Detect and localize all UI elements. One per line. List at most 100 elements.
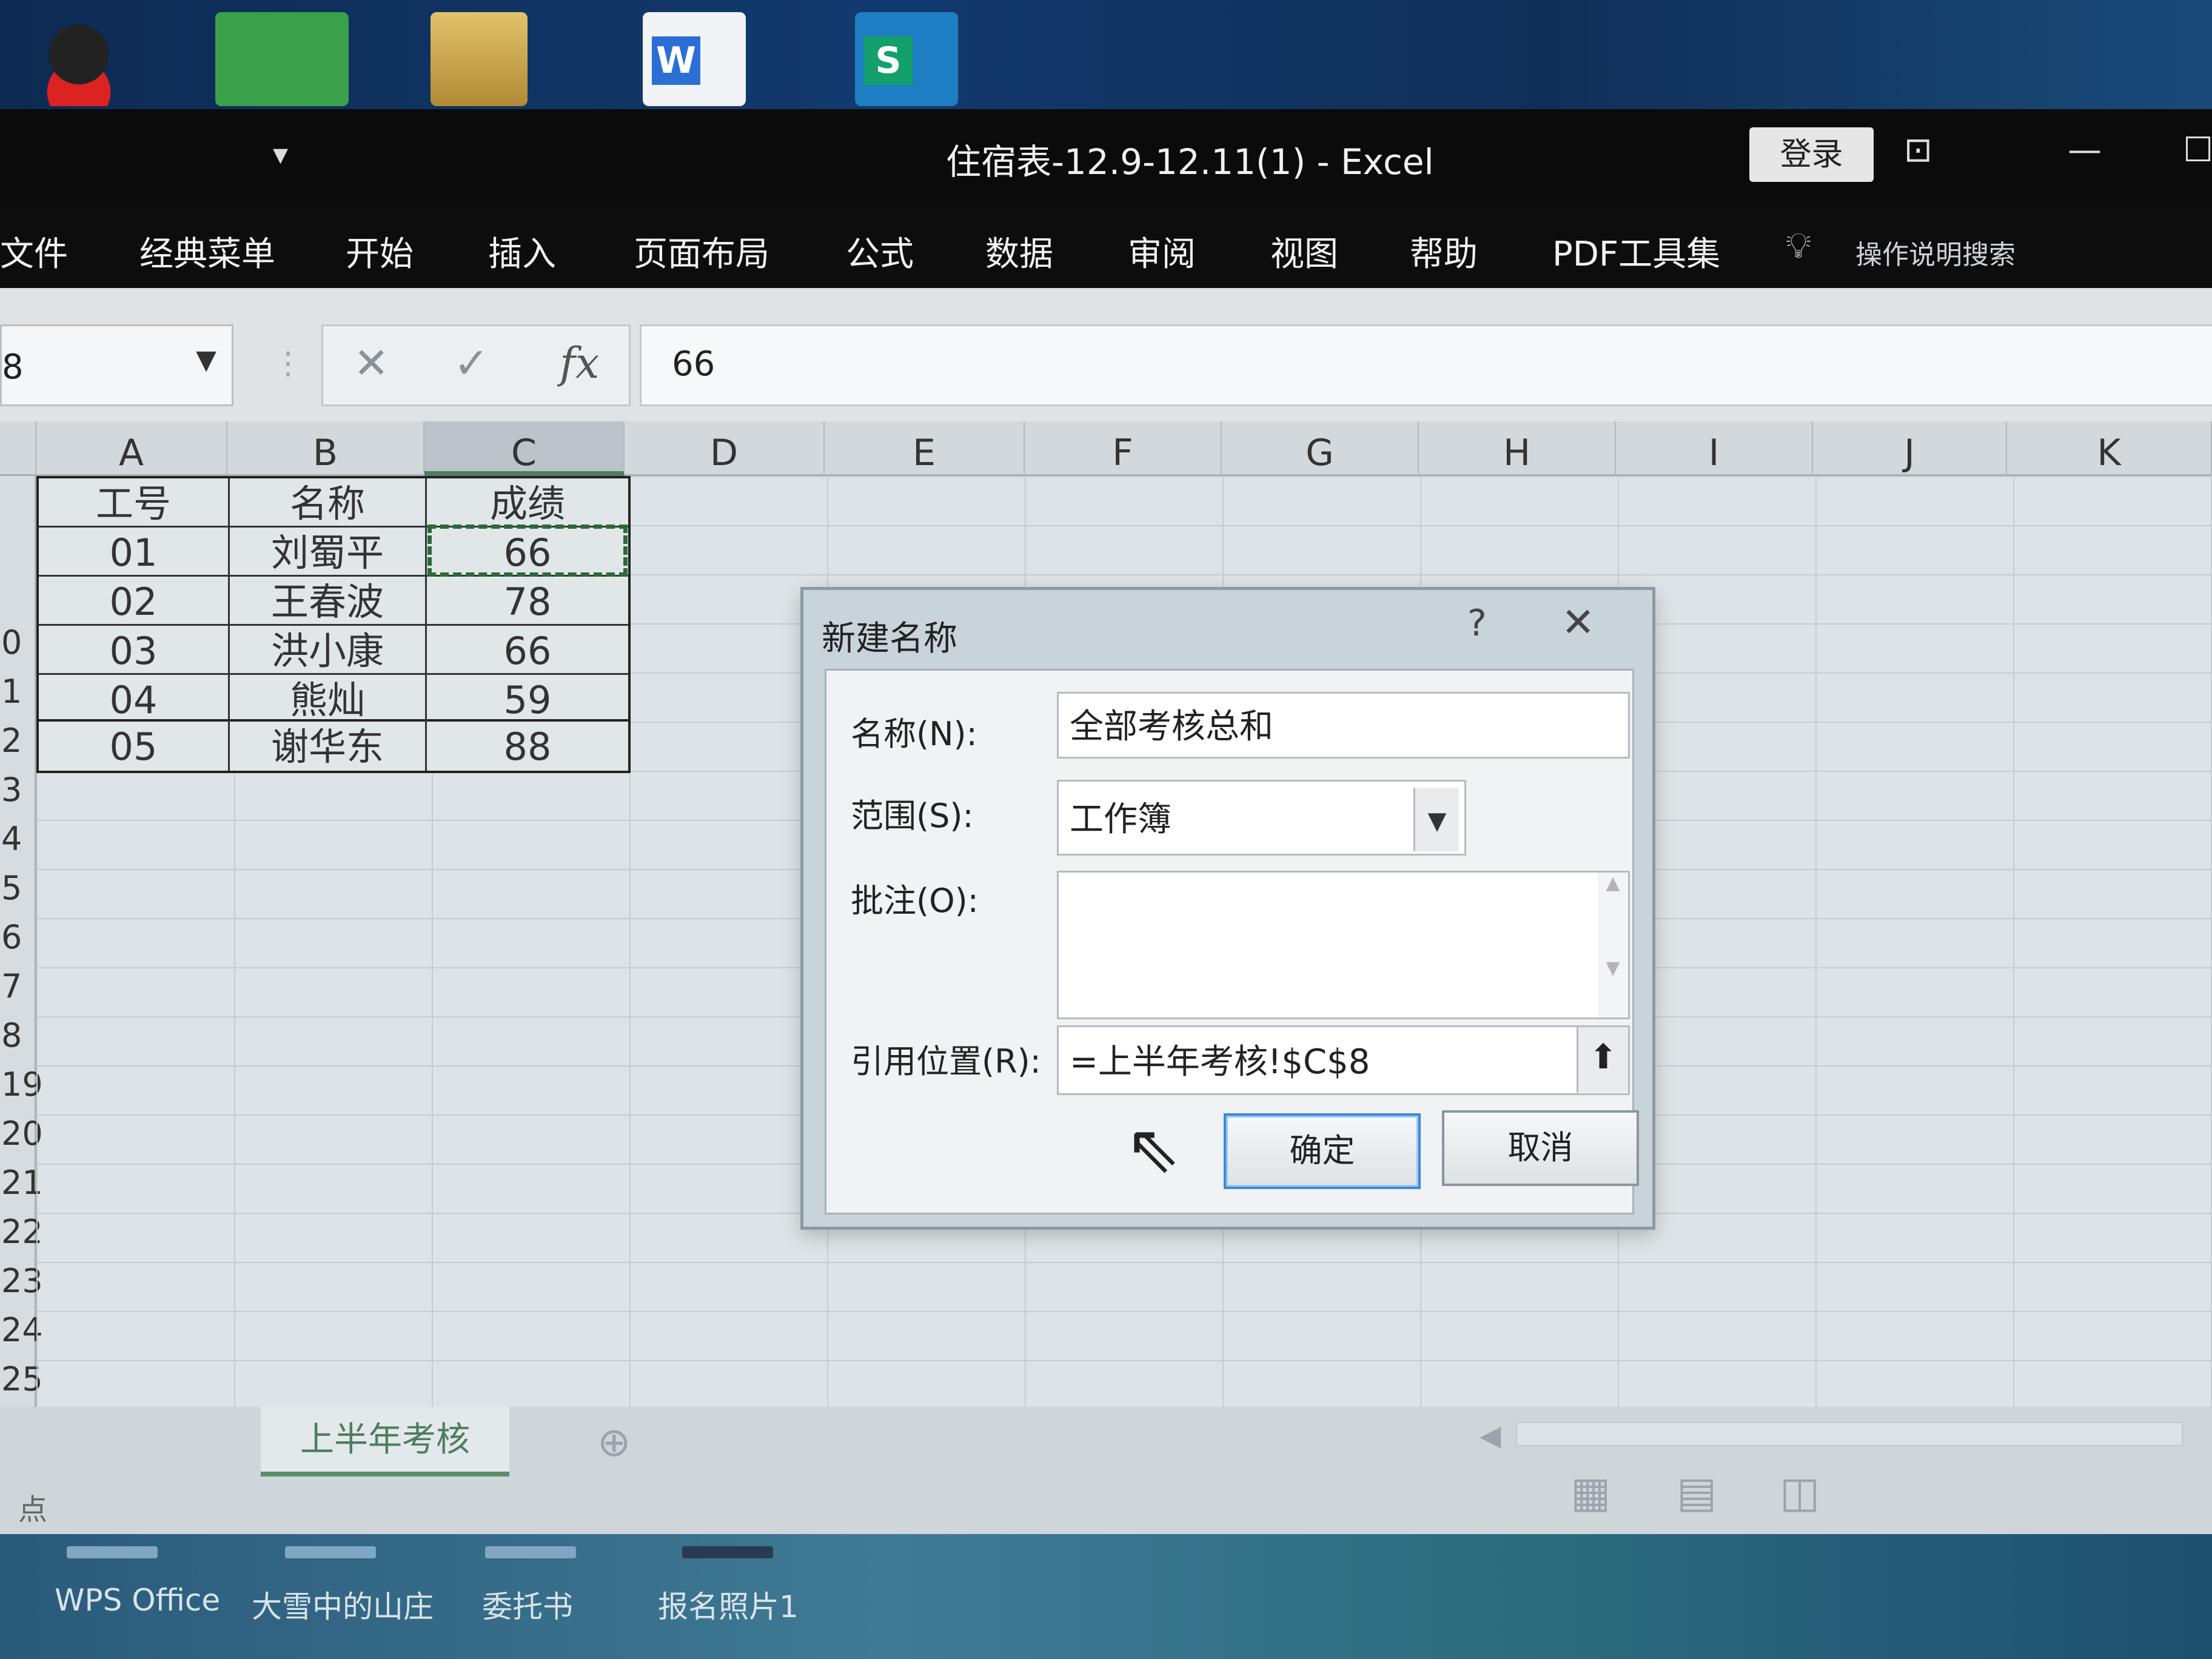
insert-function-icon[interactable]: fx [560,338,599,388]
column-header[interactable]: I [1616,421,1813,476]
table-cell[interactable]: 王春波 [230,577,427,626]
name-input[interactable]: 全部考核总和 [1057,692,1630,759]
table-cell[interactable]: 刘蜀平 [230,528,427,577]
lightbulb-icon[interactable]: 💡︎ [1786,224,1811,267]
help-icon[interactable]: ? [1467,602,1487,645]
taskbar-item[interactable]: WPS Office [55,1583,220,1618]
column-header[interactable]: A [36,421,227,476]
name-box-value: 8 [2,347,24,387]
tab-file[interactable]: 文件 [0,227,68,276]
row-header[interactable]: 19 [0,1065,43,1104]
confirm-icon[interactable]: ✓ [454,338,489,388]
table-cell[interactable]: 88 [427,722,628,771]
maximize-icon[interactable]: ☐ [2183,130,2212,170]
taskbar-item[interactable]: 报名照片1 [658,1583,799,1626]
scrollbar[interactable]: ▲ ▼ [1598,873,1628,1017]
row-header[interactable]: 7 [0,967,36,1005]
table-cell[interactable]: 04 [39,675,230,724]
tab-data[interactable]: 数据 [985,227,1053,276]
normal-view-icon[interactable]: ▦ [1570,1467,1610,1517]
name-label: 名称(N): [851,715,977,753]
table-header[interactable]: 工号 [39,478,230,528]
column-header[interactable]: G [1222,421,1419,476]
row-header[interactable]: 0 [0,623,36,662]
row-header[interactable]: 24 [0,1311,43,1349]
tab-home[interactable]: 开始 [346,227,414,276]
page-break-view-icon[interactable]: ◫ [1780,1467,1820,1517]
row-header[interactable]: 2 [0,722,36,760]
column-header[interactable]: D [625,421,825,476]
taskbar-item[interactable]: 大雪中的山庄 [252,1583,434,1626]
table-cell[interactable]: 59 [427,675,628,724]
scope-select[interactable]: 工作簿 ▼ [1057,780,1466,856]
video-editor-icon[interactable] [215,12,349,106]
table-cell[interactable]: 66 [427,626,628,675]
column-header[interactable]: K [2007,421,2212,476]
column-header[interactable]: E [825,421,1025,476]
close-icon[interactable]: ✕ [1561,599,1595,646]
column-header[interactable]: C [424,421,625,476]
column-header[interactable]: F [1025,421,1222,476]
cancel-button[interactable]: 取消 [1442,1110,1639,1186]
select-all[interactable] [0,421,36,476]
row-header[interactable]: 23 [0,1262,43,1300]
chevron-down-icon[interactable]: ▼ [1413,788,1459,851]
minimize-icon[interactable]: — [2068,130,2102,170]
cancel-icon[interactable]: ✕ [354,338,389,388]
taskbar-item[interactable]: 委托书 [482,1583,573,1626]
table-cell[interactable]: 78 [427,577,628,626]
column-header[interactable]: H [1419,421,1616,476]
row-header[interactable]: 5 [0,869,36,907]
refers-to-input[interactable]: =上半年考核!$C$8 ⬆ [1057,1025,1630,1095]
sheet-tab[interactable]: 上半年考核 [261,1407,509,1476]
tab-help[interactable]: 帮助 [1410,227,1478,276]
row-header[interactable]: 4 [0,820,36,858]
tab-formulas[interactable]: 公式 [846,227,914,276]
row-header[interactable]: 8 [0,1016,36,1054]
horizontal-scrollbar[interactable] [1516,1422,2183,1446]
taskbar-icon [67,1546,158,1558]
table-header[interactable]: 名称 [230,478,427,528]
tab-page-layout[interactable]: 页面布局 [634,227,769,276]
ribbon-display-icon[interactable]: ⊡ [1904,130,1932,170]
table-cell[interactable]: 01 [39,528,230,577]
comment-textarea[interactable]: ▲ ▼ [1057,871,1630,1019]
row-header[interactable]: 1 [0,672,36,711]
add-sheet-icon[interactable]: ⊕ [597,1419,631,1466]
wps-sheet-icon[interactable]: S [855,12,958,106]
tab-review[interactable]: 审阅 [1128,227,1196,276]
row-header[interactable]: 22 [0,1213,43,1251]
name-box[interactable]: 8 ▼ [0,324,233,406]
qq-icon[interactable] [12,12,146,106]
table-cell[interactable]: 05 [39,722,230,771]
tab-pdf-tools[interactable]: PDF工具集 [1552,227,1720,276]
column-header[interactable]: B [227,421,424,476]
tab-insert[interactable]: 插入 [488,227,556,276]
row-header[interactable]: 6 [0,918,36,956]
row-header[interactable]: 21 [0,1164,43,1202]
row-header[interactable]: 3 [0,771,36,809]
help-search-input[interactable]: 操作说明搜索 [1855,233,2016,272]
ok-button[interactable]: 确定 [1224,1113,1421,1189]
quick-access-dropdown-icon[interactable]: ▾ [273,136,288,172]
chevron-down-icon[interactable]: ▼ [196,344,216,375]
scroll-left-icon[interactable]: ◀ [1480,1419,1501,1452]
table-cell[interactable]: 谢华东 [230,722,427,771]
table-cell[interactable]: 熊灿 [230,675,427,724]
table-cell[interactable]: 02 [39,577,230,626]
wps-writer-icon[interactable]: W [643,12,746,106]
folder-icon[interactable] [431,12,528,106]
table-cell[interactable]: 03 [39,626,230,675]
table-cell[interactable]: 洪小康 [230,626,427,675]
row-header[interactable]: 25 [0,1360,43,1398]
row-headers: 0 1 2 3 4 5 6 7 8 19 20 21 22 23 24 25 [0,476,43,1407]
tab-view[interactable]: 视图 [1270,227,1338,276]
login-button[interactable]: 登录 [1749,127,1874,182]
column-header[interactable]: J [1813,421,2007,476]
collapse-dialog-icon[interactable]: ⬆ [1577,1027,1628,1093]
row-header[interactable]: 20 [0,1114,43,1153]
page-layout-view-icon[interactable]: ▤ [1677,1467,1717,1517]
formula-input[interactable]: 66 [640,324,2212,406]
table-header[interactable]: 成绩 [427,478,628,528]
tab-classic-menu[interactable]: 经典菜单 [139,227,275,276]
